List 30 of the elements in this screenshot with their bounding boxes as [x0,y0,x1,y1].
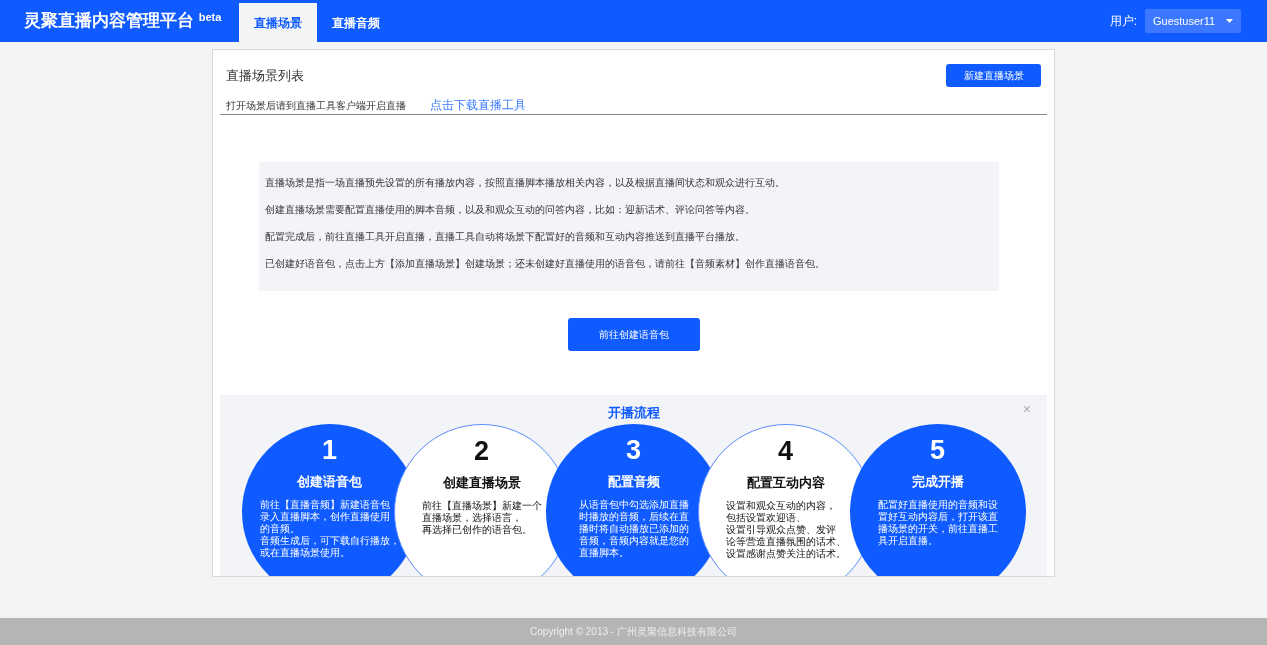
flow-title: 开播流程 [607,403,660,422]
hint-text: 打开场景后请到直播工具客户端开启直播 [226,98,406,113]
step-description: 前往【直播音频】新建语音包， 录入直播脚本，创作直播使用 的音频。 音频生成后，可下载自行播放， 或在直播场景使用。 [259,499,400,560]
step-description: 从语音包中勾选添加直播 时播放的音频，后续在直 播时将自动播放已添加的 音频，音频内容就是您的 直播脚本。 [578,499,689,560]
step-number: 4 [778,437,793,467]
step-description: 设置和观众互动的内容， 包括设置欢迎语、 设置引导观众点赞、发评 论等营造直播氛围的话术、 设置感谢点赞关注的话术。 [725,500,846,561]
nav-tab[interactable]: 直播场景 [239,3,318,42]
user-label: 用户: [1109,13,1137,30]
step-title: 创建直播场景 [442,473,521,492]
step-description: 配置好直播使用的音频和设 置好互动内容后，打开该直 播场景的开关，前往直播工 具开启直播。 [877,499,998,548]
step-title: 创建语音包 [297,472,362,491]
step-title: 配置互动内容 [746,473,825,492]
site-title: 灵聚直播内容管理平台 $^{beta}$ [24,9,222,33]
download-link[interactable]: 点击下载直播工具 [430,95,526,114]
nav-tab[interactable]: 直播音频 [317,3,396,42]
step-number: 1 [322,436,337,466]
info-paragraph: 创建直播场景需要配置直播使用的脚本音频，以及和观众互动的问答内容，比如：迎新话术、评论问答等内容。 [265,202,756,217]
step-description: 前往【直播场景】新建一个 直播场景，选择语言， 再选择已创作的语音包。 [421,500,542,537]
step-number: 5 [930,436,945,466]
info-paragraph: 直播场景是指一场直播预先设置的所有播放内容，按照直播脚本播放相关内容，以及根据直播间状态和观众进行互动。 [265,175,786,190]
step-title: 完成开播 [911,472,964,491]
new-scene-button[interactable]: 新建直播场景 [946,64,1041,87]
step-title: 配置音频 [607,472,660,491]
info-paragraph: 已创建好语音包，点击上方【添加直播场景】创建场景；还未创建好直播使用的语音包，请前往【音频素材】创作直播语音包。 [265,257,826,272]
create-voice-pack-button[interactable]: 前往创建语音包 [567,317,700,351]
user-dropdown[interactable]: Guestuser11 [1145,8,1241,34]
card-title: 直播场景列表 [226,67,305,85]
step-number: 2 [474,437,489,467]
step-number: 3 [626,436,641,466]
info-paragraph: 配置完成后，前往直播工具开启直播，直播工具自动将场景下配置好的音频和互动内容推送到直播平台播放。 [265,230,746,244]
